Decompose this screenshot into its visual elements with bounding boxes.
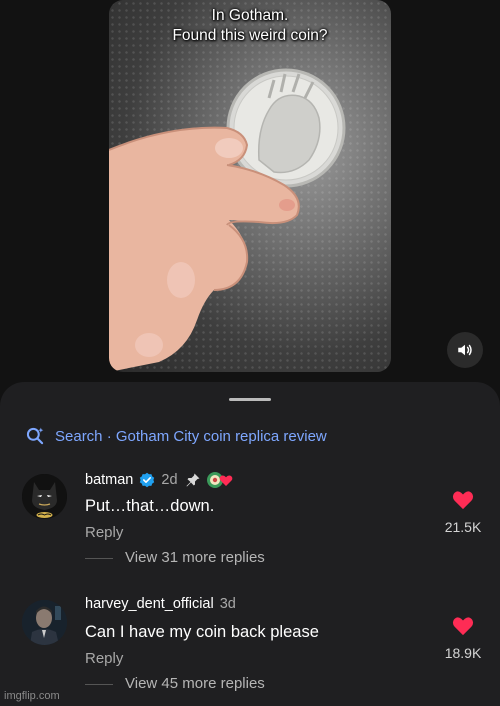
sound-button[interactable]	[447, 332, 483, 368]
like-button[interactable]: 21.5K	[440, 490, 486, 535]
search-suggestion-text: Search · Gotham City coin replica review	[55, 427, 327, 445]
pin-icon	[186, 473, 200, 487]
harvey-dent-avatar-icon	[22, 600, 67, 645]
video-area: In Gotham. Found this weird coin?	[0, 0, 500, 395]
comment-text: Can I have my coin back please	[85, 623, 319, 641]
sheet-drag-handle[interactable]	[229, 398, 271, 401]
replies-divider	[85, 684, 113, 685]
username[interactable]: harvey_dent_official	[85, 596, 214, 612]
video-caption: In Gotham. Found this weird coin?	[109, 6, 391, 46]
comment-age: 2d	[161, 472, 178, 488]
creator-liked-icon	[206, 472, 232, 488]
heart-icon	[452, 617, 474, 636]
reply-button[interactable]: Reply	[85, 650, 123, 667]
caption-line-2: Found this weird coin?	[172, 27, 328, 44]
like-count: 18.9K	[444, 645, 482, 661]
avatar[interactable]	[22, 600, 67, 645]
view-more-replies[interactable]: View 45 more replies	[125, 675, 265, 692]
heart-icon	[452, 491, 474, 510]
comment-header: harvey_dent_official 3d	[85, 596, 236, 612]
like-count: 21.5K	[444, 519, 482, 535]
batman-avatar-icon	[22, 474, 67, 519]
username[interactable]: batman	[85, 472, 133, 488]
comment-header: batman 2d	[85, 470, 234, 490]
volume-icon	[458, 344, 472, 356]
avatar[interactable]	[22, 474, 67, 519]
reply-button[interactable]: Reply	[85, 524, 123, 541]
video-player[interactable]: In Gotham. Found this weird coin?	[109, 0, 391, 372]
verified-badge-icon	[140, 472, 155, 488]
search-suggestion[interactable]: Search · Gotham City coin replica review	[25, 426, 327, 446]
replies-divider	[85, 558, 113, 559]
caption-line-1: In Gotham.	[211, 7, 289, 24]
view-more-replies[interactable]: View 31 more replies	[125, 549, 265, 566]
comment-age: 3d	[219, 596, 236, 612]
comment-text: Put…that…down.	[85, 497, 215, 515]
watermark: imgflip.com	[4, 690, 60, 702]
like-button[interactable]: 18.9K	[440, 616, 486, 661]
search-sparkle-icon	[26, 427, 44, 445]
comments-sheet: Search · Gotham City coin replica review…	[0, 382, 500, 706]
coin-in-hand-image	[109, 68, 346, 372]
